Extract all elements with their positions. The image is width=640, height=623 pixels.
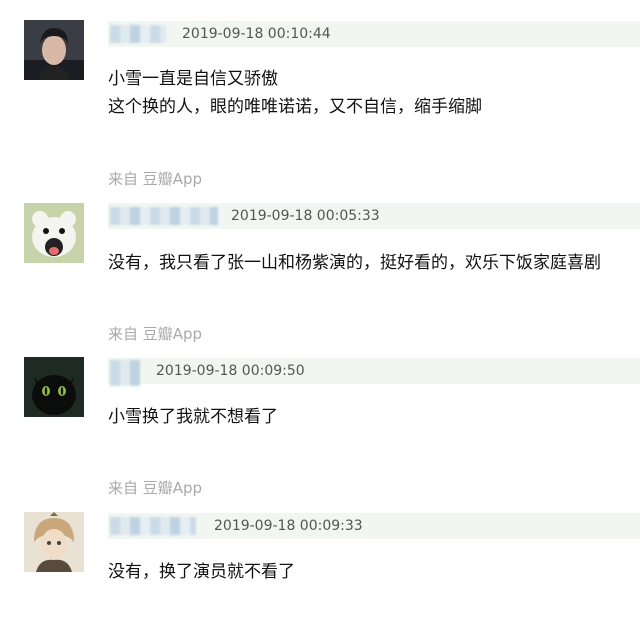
polar-bear-avatar[interactable] — [24, 203, 84, 263]
comment-timestamp: 2019-09-18 00:09:33 — [214, 518, 363, 534]
comment-meta-bar: 2019-09-18 00:05:33 — [108, 203, 640, 229]
comment-timestamp: 2019-09-18 00:10:44 — [182, 26, 331, 42]
username-blurred[interactable] — [110, 517, 196, 535]
comment-text-line: 这个换的人，眼的唯唯诺诺，又不自信，缩手缩脚 — [108, 97, 482, 117]
comment-timestamp: 2019-09-18 00:05:33 — [231, 208, 380, 224]
comment-source: 来自 豆瓣App — [108, 479, 203, 497]
comment-meta-bar: 2019-09-18 00:09:33 — [108, 513, 640, 539]
comment-text-line: 没有，换了演员就不看了 — [108, 562, 295, 582]
comment-meta-bar: 2019-09-18 00:09:50 — [108, 358, 640, 386]
username-blurred[interactable] — [110, 25, 166, 43]
comment-text-line: 没有，我只看了张一山和杨紫演的，挺好看的，欢乐下饭家庭喜剧 — [108, 253, 601, 273]
black-dragon-avatar[interactable] — [24, 357, 84, 417]
comment-source: 来自 豆瓣App — [108, 325, 203, 343]
man-portrait-avatar[interactable] — [24, 20, 84, 80]
comment-timestamp: 2019-09-18 00:09:50 — [156, 363, 305, 379]
username-blurred[interactable] — [110, 360, 140, 386]
comment-text-line: 小雪换了我就不想看了 — [108, 407, 278, 427]
comment-text-line: 小雪一直是自信又骄傲 — [108, 69, 278, 89]
username-blurred[interactable] — [110, 207, 218, 225]
comment-meta-bar: 2019-09-18 00:10:44 — [108, 21, 640, 47]
comment-source: 来自 豆瓣App — [108, 170, 203, 188]
anime-character-avatar[interactable] — [24, 512, 84, 572]
